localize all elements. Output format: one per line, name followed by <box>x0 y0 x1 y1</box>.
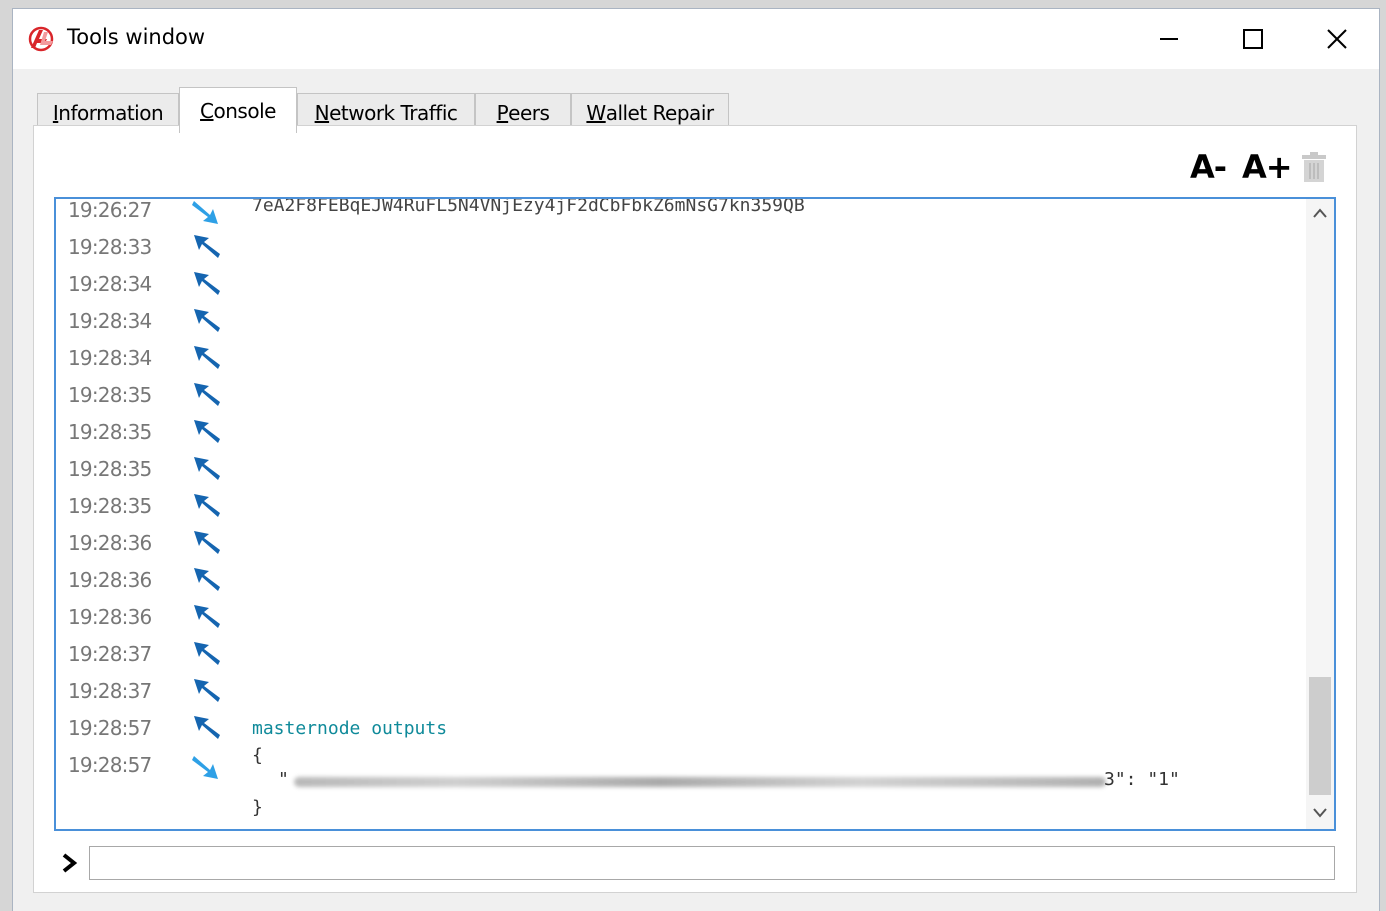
json-open-brace: { <box>252 745 263 766</box>
timestamp: 19:28:35 <box>68 457 152 481</box>
timestamp: 19:26:27 <box>68 198 152 222</box>
request-arrow-icon <box>194 568 220 591</box>
font-decrease-button[interactable]: A- <box>1190 148 1227 186</box>
console-row: 19:28:35 <box>56 415 1296 452</box>
console-row: 19:28:36 <box>56 600 1296 637</box>
console-row: 19:28:34 <box>56 304 1296 341</box>
tab-network-traffic-mnemonic: N <box>314 100 330 125</box>
scroll-down-icon[interactable] <box>1312 807 1328 819</box>
request-arrow-icon <box>194 494 220 517</box>
request-arrow-icon <box>194 457 220 480</box>
scroll-thumb[interactable] <box>1309 677 1331 795</box>
console-scrollbar[interactable] <box>1306 199 1334 829</box>
timestamp: 19:28:35 <box>68 420 152 444</box>
console-pane: A- A+ 19:26:27 7eA2F8FEBqEJW4RuFL5N4VNjE… <box>33 125 1357 893</box>
request-arrow-icon <box>194 235 220 258</box>
timestamp: 19:28:33 <box>68 235 152 259</box>
request-arrow-icon <box>194 346 220 369</box>
timestamp: 19:28:36 <box>68 568 152 592</box>
tab-wallet-repair-mnemonic: W <box>586 100 606 125</box>
minimize-icon <box>1160 38 1178 40</box>
console-row: 19:28:35 <box>56 378 1296 415</box>
request-arrow-icon <box>194 605 220 628</box>
console-row: 19:28:34 <box>56 341 1296 378</box>
window-title: Tools window <box>67 25 206 49</box>
console-row: 19:28:33 <box>56 230 1296 267</box>
tab-console-label: onsole <box>213 98 277 123</box>
tab-information-label: nformation <box>58 100 164 125</box>
request-arrow-icon <box>194 531 220 554</box>
console-row: 19:26:27 7eA2F8FEBqEJW4RuFL5N4VNjEzy4jF2… <box>56 197 1296 230</box>
request-arrow-icon <box>194 642 220 665</box>
request-arrow-icon <box>194 383 220 406</box>
request-arrow-icon <box>194 309 220 332</box>
close-button[interactable] <box>1295 9 1379 69</box>
timestamp: 19:28:36 <box>68 531 152 555</box>
console-row: 19:28:36 <box>56 526 1296 563</box>
reply-arrow-icon <box>192 201 218 224</box>
console-output[interactable]: 19:26:27 7eA2F8FEBqEJW4RuFL5N4VNjEzy4jF2… <box>54 197 1336 831</box>
timestamp: 19:28:57 <box>68 716 152 740</box>
timestamp: 19:28:36 <box>68 605 152 629</box>
json-close-brace: } <box>252 797 263 818</box>
reply-arrow-icon <box>192 756 218 779</box>
timestamp: 19:28:35 <box>68 494 152 518</box>
minimize-button[interactable] <box>1127 9 1211 69</box>
tab-console[interactable]: Console <box>179 87 297 133</box>
tab-network-traffic-label: etwork Traffic <box>329 100 458 125</box>
json-key-prefix: " <box>278 769 289 790</box>
console-command-input[interactable] <box>89 846 1335 880</box>
title-bar[interactable]: Tools window <box>13 9 1379 69</box>
console-row: 19:28:37 <box>56 637 1296 674</box>
tab-wallet-repair-label: allet Repair <box>605 100 714 125</box>
request-arrow-icon <box>194 420 220 443</box>
scroll-up-icon[interactable] <box>1312 207 1328 219</box>
console-row: 19:28:35 <box>56 452 1296 489</box>
tab-peers-label: eers <box>508 100 550 125</box>
console-row: 19:28:57 masternode outputs <box>56 711 1296 748</box>
tools-window: Tools window Information Console Network… <box>12 8 1380 911</box>
json-value-suffix: 3": "1" <box>1104 769 1180 790</box>
tab-console-mnemonic: C <box>200 98 214 123</box>
request-arrow-icon <box>194 716 220 739</box>
trash-icon[interactable] <box>1300 151 1328 183</box>
timestamp: 19:28:34 <box>68 346 152 370</box>
close-icon <box>1327 29 1347 49</box>
maximize-icon <box>1243 29 1263 49</box>
command-text: masternode outputs <box>252 718 448 739</box>
timestamp: 19:28:35 <box>68 383 152 407</box>
command-row <box>54 842 1336 882</box>
timestamp: 19:28:37 <box>68 642 152 666</box>
maximize-button[interactable] <box>1211 9 1295 69</box>
timestamp: 19:28:37 <box>68 679 152 703</box>
timestamp: 19:28:57 <box>68 753 152 777</box>
request-arrow-icon <box>194 272 220 295</box>
timestamp: 19:28:34 <box>68 272 152 296</box>
console-row: 19:28:37 <box>56 674 1296 711</box>
console-row: 19:28:36 <box>56 563 1296 600</box>
app-logo-icon <box>28 26 54 52</box>
timestamp: 19:28:34 <box>68 309 152 333</box>
output-text: 7eA2F8FEBqEJW4RuFL5N4VNjEzy4jF2dCbFbkZ6m… <box>252 197 805 216</box>
console-row: 19:28:34 <box>56 267 1296 304</box>
console-row: 19:28:35 <box>56 489 1296 526</box>
prompt-chevron-icon <box>62 853 78 873</box>
redacted-address <box>294 777 1106 787</box>
request-arrow-icon <box>194 679 220 702</box>
tab-peers-mnemonic: P <box>496 100 509 125</box>
font-increase-button[interactable]: A+ <box>1242 148 1293 186</box>
